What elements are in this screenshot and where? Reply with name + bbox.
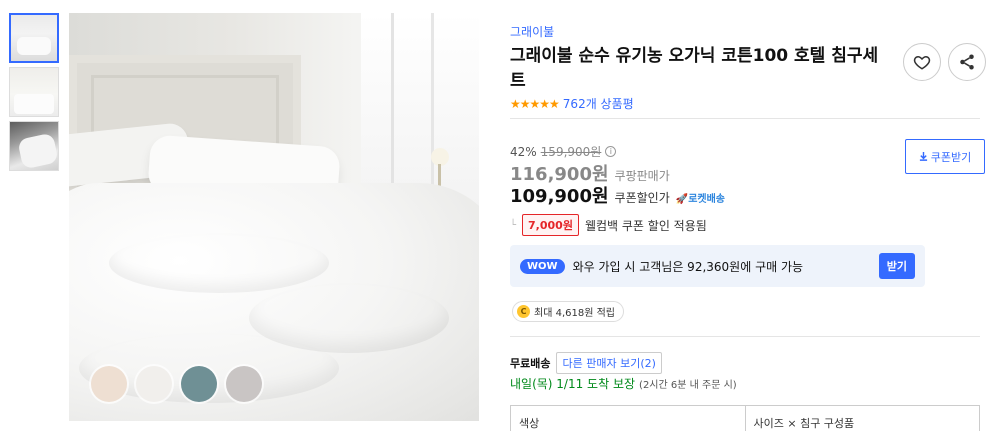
thumbnail-image: [10, 122, 58, 170]
thumbnail-image: [11, 15, 57, 61]
heart-icon: [913, 55, 931, 70]
wow-badge: WOW: [520, 258, 565, 274]
welcome-coupon-row: └ 7,000원 웰컴백 쿠폰 할인 적용됨: [510, 214, 707, 236]
option-selector: 색상 사이즈 × 침구 구성품: [510, 405, 980, 431]
color-swatch[interactable]: [181, 366, 217, 402]
thumbnail-3[interactable]: [9, 121, 59, 171]
original-price: 159,900원: [540, 145, 602, 159]
wow-text: 와우 가입 시 고객님은 92,360원에 구매 가능: [572, 259, 804, 274]
color-swatches: [91, 366, 262, 402]
coupon-price: 109,900원: [510, 186, 609, 207]
coupon-price-row: 109,900원 쿠폰할인가 🚀로켓배송: [510, 182, 725, 208]
welcome-coupon-text: 웰컴백 쿠폰 할인 적용됨: [584, 218, 707, 233]
free-shipping-label: 무료배송: [510, 357, 551, 370]
thumbnail-2[interactable]: [9, 67, 59, 117]
share-icon: [960, 54, 974, 70]
original-price-row: 42% 159,900원 i: [510, 143, 617, 160]
product-info: 그래이불 그래이불 순수 유기농 오가닉 코튼100 호텔 침구세트 ★★★★★…: [510, 0, 997, 431]
divider: [510, 336, 980, 337]
corner-icon: └: [510, 219, 517, 231]
star-rating-icon: ★★★★★: [510, 96, 560, 111]
main-product-image[interactable]: [69, 13, 479, 421]
coupon-download-button[interactable]: 쿠폰받기: [905, 139, 985, 174]
color-swatch[interactable]: [136, 366, 172, 402]
rating-row: ★★★★★ 762개 상품평: [510, 95, 634, 112]
thumbnail-list: [9, 13, 59, 175]
info-icon[interactable]: i: [605, 146, 617, 157]
rocket-delivery-badge: 🚀로켓배송: [675, 194, 726, 205]
review-count-link[interactable]: 762개 상품평: [563, 95, 634, 112]
cash-reward-text: 최대 4,618원 적립: [534, 308, 615, 319]
share-button[interactable]: [948, 43, 986, 81]
thumbnail-1[interactable]: [9, 13, 59, 63]
wow-get-button[interactable]: 받기: [878, 253, 915, 279]
welcome-coupon-tag: 7,000원: [522, 214, 579, 236]
other-seller-button[interactable]: 다른 판매자 보기(2): [556, 352, 662, 374]
size-option[interactable]: 사이즈 × 침구 구성품: [746, 406, 980, 431]
wow-membership-banner: WOW 와우 가입 시 고객님은 92,360원에 구매 가능 받기: [510, 245, 925, 287]
color-option[interactable]: 색상: [511, 406, 746, 431]
color-swatch[interactable]: [226, 366, 262, 402]
wishlist-button[interactable]: [903, 43, 941, 81]
arrival-note: (2시간 6분 내 주문 시): [639, 380, 737, 391]
divider: [510, 118, 980, 119]
download-icon: [919, 152, 927, 161]
discount-rate: 42%: [510, 144, 537, 159]
coin-icon: C: [517, 305, 530, 318]
coupon-price-label: 쿠폰할인가: [614, 191, 670, 205]
shipping-row: 무료배송 다른 판매자 보기(2): [510, 352, 662, 374]
arrival-guarantee: 내일(목) 1/11 도착 보장: [510, 377, 636, 391]
brand-link[interactable]: 그래이불: [510, 23, 554, 40]
color-swatch[interactable]: [91, 366, 127, 402]
product-title: 그래이불 순수 유기농 오가닉 코튼100 호텔 침구세트: [510, 46, 879, 91]
arrival-row: 내일(목) 1/11 도착 보장 (2시간 6분 내 주문 시): [510, 375, 737, 392]
thumbnail-image: [10, 68, 58, 116]
coupon-download-label: 쿠폰받기: [930, 150, 972, 164]
cash-reward-badge: C 최대 4,618원 적립: [512, 301, 624, 322]
